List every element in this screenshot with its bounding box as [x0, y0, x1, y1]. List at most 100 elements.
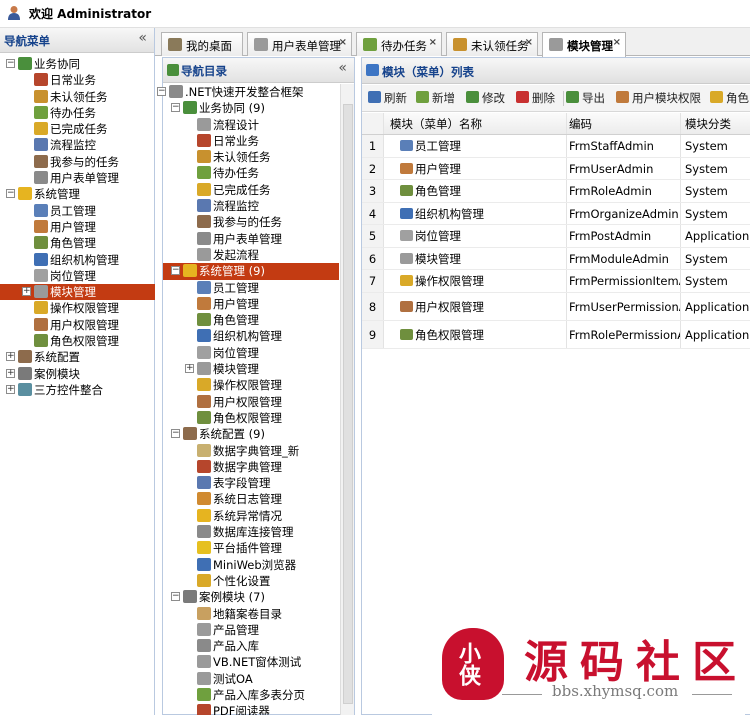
table-row[interactable]: 2 用户管理 FrmUserAdmin System [362, 157, 750, 180]
tree-node[interactable]: + 系统配置 [0, 349, 155, 365]
tree-node[interactable]: 流程监控 [0, 137, 155, 153]
tab-1[interactable]: 用户表单管理 × [247, 32, 352, 56]
table-row[interactable]: 8 用户权限管理 FrmUserPermissionA Application [362, 292, 750, 321]
table-row[interactable]: 3 角色管理 FrmRoleAdmin System [362, 180, 750, 203]
tab-0[interactable]: 我的桌面 [161, 32, 243, 56]
toolbar-button-4[interactable]: 导出 [566, 89, 610, 107]
column-header[interactable]: 编码 [567, 113, 681, 134]
tree-node[interactable]: 已完成任务 [0, 121, 155, 137]
column-header[interactable]: 模块（菜单）名称 [384, 113, 567, 134]
tree-node[interactable]: − 业务协同 [0, 56, 155, 72]
tree-node[interactable]: 流程监控 [163, 198, 339, 214]
tree-node[interactable]: 用户权限管理 [0, 317, 155, 333]
tree-node[interactable]: 用户权限管理 [163, 394, 339, 410]
tree-node[interactable]: 系统日志管理 [163, 491, 339, 507]
tree-node[interactable]: 表字段管理 [163, 475, 339, 491]
tree-node[interactable]: 员工管理 [163, 280, 339, 296]
collapse-node-icon[interactable]: − [6, 59, 15, 68]
tree-node[interactable]: 组织机构管理 [163, 328, 339, 344]
close-icon[interactable]: × [613, 37, 621, 48]
tree-node[interactable]: 操作权限管理 [0, 300, 155, 316]
tree-node[interactable]: − 系统管理 (9) [163, 263, 339, 280]
tree-node[interactable]: 测试OA [163, 671, 339, 687]
collapse-node-icon[interactable]: − [171, 266, 180, 276]
tree-node[interactable]: 待办任务 [0, 105, 155, 121]
tree-node[interactable]: 系统异常情况 [163, 508, 339, 524]
tree-node[interactable]: 岗位管理 [0, 268, 155, 284]
collapse-node-icon[interactable]: − [171, 429, 180, 439]
table-row[interactable]: 5 岗位管理 FrmPostAdmin Application [362, 225, 750, 248]
expand-node-icon[interactable]: + [6, 384, 15, 394]
tree-node[interactable]: 产品管理 [163, 622, 339, 638]
tree-node[interactable]: 我参与的任务 [0, 154, 155, 170]
tab-2[interactable]: 待办任务 × [356, 32, 442, 56]
table-row[interactable]: 1 员工管理 FrmStaffAdmin System [362, 135, 750, 158]
collapse-node-icon[interactable]: − [171, 103, 180, 113]
tree-node[interactable]: MiniWeb浏览器 [163, 557, 339, 573]
tree-node[interactable]: 产品入库多表分页 [163, 687, 339, 703]
tree-node[interactable]: VB.NET窗体测试 [163, 654, 339, 670]
toolbar-button-1[interactable]: 新增 [416, 89, 460, 107]
table-row[interactable]: 7 操作权限管理 FrmPermissionItemA System [362, 270, 750, 293]
toolbar-button-6[interactable]: 角色 [710, 89, 750, 107]
tree-node[interactable]: 岗位管理 [163, 345, 339, 361]
toolbar-button-2[interactable]: 修改 [466, 89, 510, 107]
tree-node[interactable]: 数据库连接管理 [163, 524, 339, 540]
tree-node[interactable]: 用户管理 [163, 296, 339, 312]
tab-3[interactable]: 未认领任务 × [446, 32, 538, 56]
tree-node[interactable]: 角色权限管理 [163, 410, 339, 426]
tree-node[interactable]: 操作权限管理 [163, 377, 339, 393]
expand-node-icon[interactable]: + [6, 352, 15, 362]
expand-node-icon[interactable]: + [6, 368, 15, 378]
tree-node[interactable]: 我参与的任务 [163, 214, 339, 230]
table-row[interactable]: 4 组织机构管理 FrmOrganizeAdmin System [362, 202, 750, 225]
tab-4[interactable]: 模块管理 × [542, 32, 626, 57]
close-icon[interactable]: × [339, 37, 347, 48]
tree-node[interactable]: 未认领任务 [0, 89, 155, 105]
tree-node[interactable]: 平台插件管理 [163, 540, 339, 556]
tree-node[interactable]: − 案例模块 (7) [163, 589, 339, 605]
tree-node[interactable]: 角色权限管理 [0, 333, 155, 349]
collapse-node-icon[interactable]: − [6, 189, 15, 199]
tree-node[interactable]: 个性化设置 [163, 573, 339, 589]
tree-node[interactable]: 用户表单管理 [0, 170, 155, 186]
tree-node[interactable]: − .NET快速开发整合框架 [157, 84, 339, 100]
tree-node[interactable]: 数据字典管理 [163, 459, 339, 475]
expand-node-icon[interactable]: + [22, 287, 31, 297]
collapse-node-icon[interactable]: − [157, 87, 166, 96]
tree-node[interactable]: PDF阅读器 [163, 703, 339, 715]
tree-node[interactable]: − 系统管理 [0, 186, 155, 202]
tree-node[interactable]: + 三方控件整合 [0, 382, 155, 398]
tree-node[interactable]: + 模块管理 [163, 361, 339, 377]
close-icon[interactable]: × [429, 37, 437, 48]
tree-node[interactable]: 地籍案卷目录 [163, 606, 339, 622]
tree-node[interactable]: 用户管理 [0, 219, 155, 235]
directory-scrollbar[interactable] [340, 84, 354, 715]
tree-node[interactable]: − 业务协同 (9) [163, 100, 339, 116]
tree-node[interactable]: 角色管理 [0, 235, 155, 251]
tree-node[interactable]: 已完成任务 [163, 182, 339, 198]
tree-node[interactable]: 员工管理 [0, 203, 155, 219]
tree-node[interactable]: 组织机构管理 [0, 252, 155, 268]
scrollbar-thumb[interactable] [343, 104, 353, 704]
tree-node[interactable]: 用户表单管理 [163, 231, 339, 247]
tree-node[interactable]: 日常业务 [0, 72, 155, 88]
tree-node[interactable]: 日常业务 [163, 133, 339, 149]
collapse-icon[interactable]: « [138, 30, 147, 46]
table-row[interactable]: 6 模块管理 FrmModuleAdmin System [362, 247, 750, 270]
toolbar-button-3[interactable]: 删除 [516, 89, 560, 107]
tree-node[interactable]: + 案例模块 [0, 366, 155, 382]
expand-node-icon[interactable]: + [185, 364, 194, 374]
tree-node[interactable]: 角色管理 [163, 312, 339, 328]
tree-node[interactable]: − 系统配置 (9) [163, 426, 339, 442]
tree-node[interactable]: 数据字典管理_新 [163, 443, 339, 459]
collapse-node-icon[interactable]: − [171, 592, 180, 602]
tree-node[interactable]: + 模块管理 [0, 284, 155, 301]
table-row[interactable]: 9 角色权限管理 FrmRolePermissionA Application [362, 320, 750, 349]
tree-node[interactable]: 产品入库 [163, 638, 339, 654]
column-header[interactable]: 模块分类 [681, 113, 750, 134]
toolbar-button-0[interactable]: 刷新 [368, 89, 410, 107]
collapse-icon[interactable]: « [338, 60, 347, 76]
tree-node[interactable]: 未认领任务 [163, 149, 339, 165]
close-icon[interactable]: × [525, 37, 533, 48]
